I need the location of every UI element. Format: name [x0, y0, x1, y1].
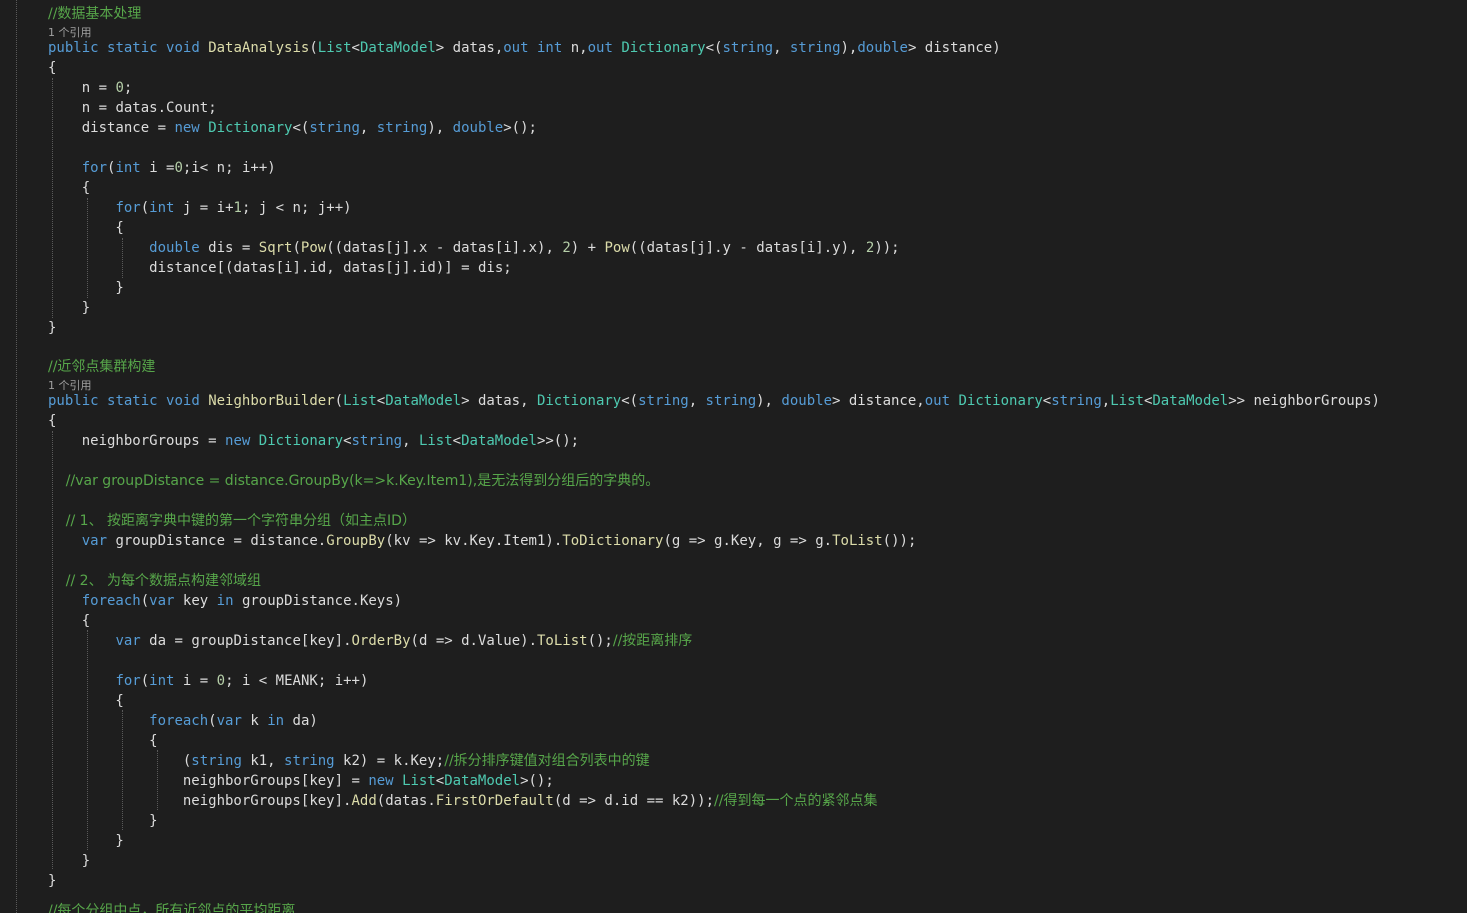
code-line[interactable]: } [48, 811, 157, 831]
code-line[interactable]: } [48, 831, 123, 851]
code-line[interactable]: { [48, 611, 90, 631]
code-line[interactable]: { [48, 218, 123, 238]
code-line[interactable]: //var groupDistance = distance.GroupBy(k… [48, 471, 659, 491]
code-line[interactable]: { [48, 411, 56, 431]
code-line[interactable]: //数据基本处理 [48, 4, 141, 24]
code-line[interactable]: neighborGroups[key].Add(datas.FirstOrDef… [48, 791, 878, 811]
code-line[interactable]: } [48, 851, 90, 871]
code-line[interactable]: neighborGroups[key] = new List<DataModel… [48, 771, 554, 791]
code-line[interactable]: // 1、 按距离字典中键的第一个字符串分组（如主点ID） [48, 511, 416, 531]
code-line[interactable]: //每个分组中点，所有近邻点的平均距离 [48, 901, 295, 913]
code-line[interactable]: neighborGroups = new Dictionary<string, … [48, 431, 579, 451]
code-line[interactable]: var groupDistance = distance.GroupBy(kv … [48, 531, 917, 551]
code-line[interactable]: (string k1, string k2) = k.Key;//拆分排序键值对… [48, 751, 650, 771]
code-line[interactable]: } [48, 318, 56, 338]
code-line[interactable]: for(int i = 0; i < MEANK; i++) [48, 671, 368, 691]
code-line[interactable]: { [48, 178, 90, 198]
code-line[interactable]: foreach(var key in groupDistance.Keys) [48, 591, 402, 611]
code-line[interactable]: for(int j = i+1; j < n; j++) [48, 198, 351, 218]
code-line[interactable]: var da = groupDistance[key].OrderBy(d =>… [48, 631, 692, 651]
code-line[interactable]: public static void DataAnalysis(List<Dat… [48, 38, 1001, 58]
code-line[interactable]: { [48, 691, 123, 711]
code-line[interactable]: } [48, 278, 123, 298]
code-line[interactable]: { [48, 58, 56, 78]
code-line[interactable]: // 2、 为每个数据点构建邻域组 [48, 571, 261, 591]
code-line[interactable]: //近邻点集群构建 [48, 357, 155, 377]
code-line[interactable]: distance = new Dictionary<(string, strin… [48, 118, 537, 138]
code-line[interactable]: } [48, 871, 56, 891]
code-line[interactable]: for(int i =0;i< n; i++) [48, 158, 276, 178]
code-line[interactable]: public static void NeighborBuilder(List<… [48, 391, 1380, 411]
code-line[interactable]: n = 0; [48, 78, 133, 98]
code-editor[interactable]: 1 个引用 1 个引用//数据基本处理 public static void Dat… [0, 0, 1467, 913]
code-line[interactable]: double dis = Sqrt(Pow((datas[j].x - data… [48, 238, 899, 258]
code-line[interactable]: { [48, 731, 157, 751]
left-margin-guide [16, 0, 17, 913]
code-line[interactable]: n = datas.Count; [48, 98, 217, 118]
code-line[interactable]: } [48, 298, 90, 318]
code-line[interactable]: foreach(var k in da) [48, 711, 318, 731]
code-line[interactable]: distance[(datas[i].id, datas[j].id)] = d… [48, 258, 512, 278]
